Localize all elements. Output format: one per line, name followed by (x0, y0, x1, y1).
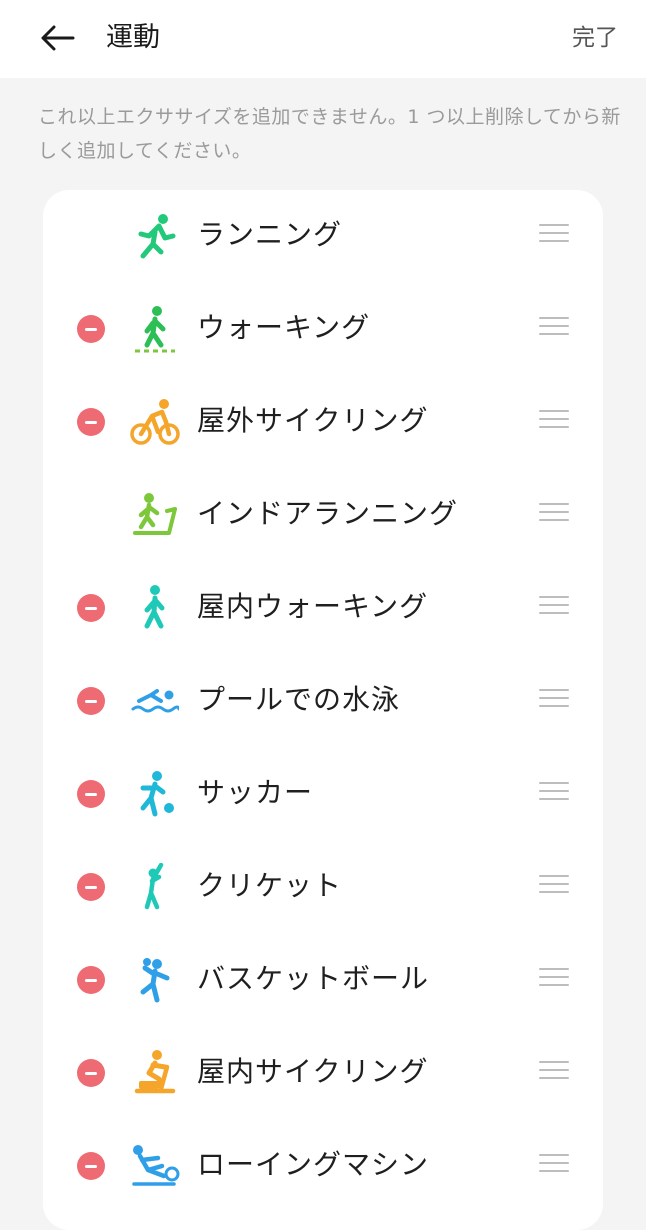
exercise-row-indoor-running: インドアランニング (43, 469, 603, 562)
drag-handle-icon[interactable] (539, 968, 569, 992)
exercise-label: ウォーキング (197, 311, 371, 344)
drag-handle-icon[interactable] (539, 782, 569, 806)
remove-button[interactable] (77, 1152, 105, 1180)
exercise-label: 屋外サイクリング (197, 404, 429, 437)
outdoor-cycling-icon (129, 396, 181, 448)
cricket-icon (129, 861, 181, 913)
remove-button[interactable] (77, 315, 105, 343)
remove-button[interactable] (77, 873, 105, 901)
page-title: 運動 (106, 22, 160, 53)
exercise-label: プールでの水泳 (197, 683, 401, 716)
drag-handle-icon[interactable] (539, 224, 569, 248)
exercise-label: ローイングマシン (197, 1148, 430, 1181)
remove-button[interactable] (77, 594, 105, 622)
drag-handle-icon[interactable] (539, 410, 569, 434)
exercise-row-running: ランニング (43, 190, 603, 283)
drag-handle-icon[interactable] (539, 1154, 569, 1178)
back-button[interactable] (38, 18, 78, 58)
exercise-row-basketball: バスケットボール (43, 934, 603, 1027)
drag-handle-icon[interactable] (539, 875, 569, 899)
drag-handle-icon[interactable] (539, 503, 569, 527)
exercise-row-pool-swimming: プールでの水泳 (43, 655, 603, 748)
exercise-label: インドアランニング (197, 497, 459, 530)
limit-hint-text: これ以上エクササイズを追加できません。1 つ以上削除してから新しく追加してくださ… (38, 106, 621, 162)
exercise-label: 屋内サイクリング (197, 1055, 429, 1088)
exercise-row-outdoor-cycling: 屋外サイクリング (43, 376, 603, 469)
exercise-row-rowing-machine: ローイングマシン (43, 1120, 603, 1213)
exercise-row-indoor-walking: 屋内ウォーキング (43, 562, 603, 655)
drag-handle-icon[interactable] (539, 1061, 569, 1085)
exercise-label: バスケットボール (197, 962, 430, 995)
basketball-icon (129, 954, 181, 1006)
exercise-label: ランニング (197, 218, 343, 251)
exercise-label: クリケット (197, 869, 343, 902)
exercise-label: 屋内ウォーキング (197, 590, 429, 623)
exercise-row-soccer: サッカー (43, 748, 603, 841)
drag-handle-icon[interactable] (539, 596, 569, 620)
remove-button[interactable] (77, 1059, 105, 1087)
remove-button[interactable] (77, 408, 105, 436)
indoor-cycling-icon (129, 1047, 181, 1099)
treadmill-icon (129, 489, 181, 541)
exercise-row-walking: ウォーキング (43, 283, 603, 376)
done-button[interactable]: 完了 (572, 18, 618, 58)
rowing-machine-icon (129, 1140, 181, 1192)
drag-handle-icon[interactable] (539, 689, 569, 713)
exercise-row-cricket: クリケット (43, 841, 603, 934)
swimming-icon (129, 675, 181, 727)
remove-button[interactable] (77, 687, 105, 715)
drag-handle-icon[interactable] (539, 317, 569, 341)
exercise-row-indoor-cycling: 屋内サイクリング (43, 1027, 603, 1120)
walking-icon (129, 303, 181, 355)
remove-button[interactable] (77, 966, 105, 994)
soccer-icon (129, 768, 181, 820)
back-arrow-icon (41, 25, 75, 51)
exercise-list: ランニング ウォーキング 屋外サイクリング インドアランニング 屋内ウォーキング… (43, 190, 603, 1230)
running-icon (129, 210, 181, 262)
remove-button[interactable] (77, 780, 105, 808)
exercise-label: サッカー (197, 776, 314, 809)
header-bar: 運動 完了 (0, 0, 646, 78)
indoor-walking-icon (129, 582, 181, 634)
